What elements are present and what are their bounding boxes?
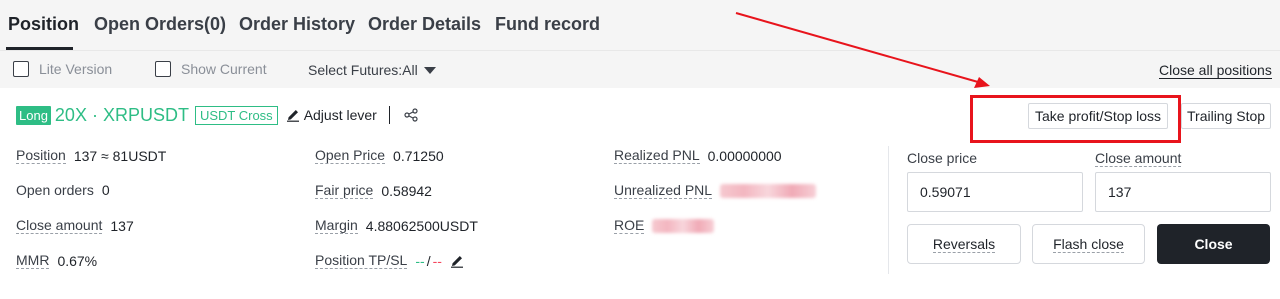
close-amount-field-label: Close amount	[1095, 150, 1182, 167]
checkbox-icon[interactable]	[155, 61, 171, 77]
sl-value: --	[432, 252, 442, 269]
tab-open-orders[interactable]: Open Orders(0)	[94, 14, 226, 35]
edit-tpsl-pencil-icon[interactable]	[450, 254, 464, 268]
close-button[interactable]: Close	[1157, 224, 1270, 264]
realized-pnl-info: Realized PNL 0.00000000	[614, 147, 782, 164]
margin-info: Margin 4.88062500USDT	[315, 217, 478, 234]
trailing-stop-button[interactable]: Trailing Stop	[1181, 103, 1272, 129]
tab-fund-record[interactable]: Fund record	[495, 14, 600, 35]
tab-bar: Position Open Orders(0) Order History Or…	[0, 0, 1280, 50]
margin-label: Margin	[315, 217, 358, 234]
select-futures-dropdown[interactable]: Select Futures:All	[308, 62, 436, 78]
fair-price-value: 0.58942	[381, 182, 432, 199]
position-header: Long 20X · XRPUSDT USDT Cross Adjust lev…	[16, 104, 418, 126]
lite-version-checkbox[interactable]: Lite Version	[13, 61, 112, 77]
open-orders-value: 0	[101, 182, 110, 198]
position-value: 137 ≈ 81USDT	[73, 147, 167, 164]
close-amount-input[interactable]: 137	[1095, 172, 1271, 212]
side-badge: Long	[16, 105, 51, 125]
realized-pnl-label: Realized PNL	[614, 147, 700, 164]
realized-pnl-value: 0.00000000	[707, 147, 782, 164]
margin-mode-badge: USDT Cross	[194, 105, 278, 125]
position-tpsl-info: Position TP/SL -- / --	[315, 252, 464, 269]
tab-order-details[interactable]: Order Details	[368, 14, 481, 35]
fair-price-label: Fair price	[315, 182, 374, 199]
tp-value: --	[415, 252, 425, 269]
mmr-info: MMR 0.67%	[16, 252, 97, 269]
flash-close-button[interactable]: Flash close	[1032, 224, 1145, 264]
tab-position[interactable]: Position	[8, 14, 79, 35]
close-amount-info: Close amount 137	[16, 217, 134, 234]
margin-value: 4.88062500USDT	[365, 217, 478, 234]
unrealized-pnl-info: Unrealized PNL	[614, 182, 817, 199]
filter-bar: Lite Version Show Current Select Futures…	[0, 50, 1280, 88]
position-tpsl-label: Position TP/SL	[315, 252, 408, 269]
lite-version-label: Lite Version	[39, 61, 113, 77]
adjust-lever-label: Adjust lever	[303, 107, 377, 123]
fair-price-info: Fair price 0.58942	[315, 182, 432, 199]
mmr-value: 0.67%	[57, 252, 98, 269]
unrealized-pnl-redacted	[720, 183, 817, 198]
open-price-value: 0.71250	[393, 147, 444, 164]
close-amount-value: 137	[110, 217, 134, 234]
roe-redacted	[652, 218, 715, 233]
pencil-icon	[286, 110, 299, 122]
open-orders-label: Open orders	[16, 182, 94, 198]
show-current-checkbox[interactable]: Show Current	[155, 61, 267, 77]
open-price-label: Open Price	[315, 147, 386, 164]
caret-down-icon	[423, 66, 436, 74]
reversals-label: Reversals	[932, 235, 996, 253]
share-icon[interactable]	[404, 108, 418, 122]
take-profit-stop-loss-button[interactable]: Take profit/Stop loss	[1028, 103, 1169, 129]
tab-order-history[interactable]: Order History	[239, 14, 355, 35]
position-info: Position 137 ≈ 81USDT	[16, 147, 166, 164]
close-all-positions-link[interactable]: Close all positions	[1159, 62, 1272, 79]
checkbox-icon[interactable]	[13, 61, 29, 77]
panel-divider	[888, 146, 889, 274]
select-futures-label: Select Futures:All	[308, 62, 418, 78]
tpsl-separator: /	[426, 252, 431, 269]
mmr-label: MMR	[16, 252, 50, 269]
leverage-symbol: 20X · XRPUSDT	[54, 104, 189, 125]
divider	[388, 106, 390, 124]
position-label: Position	[16, 147, 66, 164]
unrealized-pnl-label: Unrealized PNL	[614, 182, 713, 199]
close-price-label: Close price	[907, 150, 978, 166]
close-amount-label: Close amount	[16, 217, 103, 234]
adjust-lever-button[interactable]: Adjust lever	[286, 107, 377, 123]
close-price-input[interactable]: 0.59071	[907, 172, 1083, 212]
flash-close-label: Flash close	[1053, 235, 1124, 253]
roe-info: ROE	[614, 217, 715, 234]
roe-label: ROE	[614, 217, 645, 234]
reversals-button[interactable]: Reversals	[907, 224, 1021, 264]
show-current-label: Show Current	[181, 61, 267, 77]
open-price-info: Open Price 0.71250	[315, 147, 444, 164]
open-orders-info: Open orders 0	[16, 182, 110, 198]
